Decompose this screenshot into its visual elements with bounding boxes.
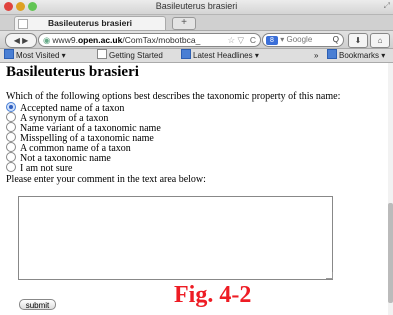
url-prefix: www9.: [52, 35, 78, 45]
option-accepted-name[interactable]: Accepted name of a taxon: [6, 102, 161, 114]
bookmark-label: Bookmarks ▾: [339, 51, 386, 60]
page-content: Basileuterus brasieri Which of the follo…: [0, 63, 388, 315]
url-path: /ComTax/mobotbca_: [122, 35, 201, 45]
option-misspelling[interactable]: Misspelling of a taxonomic name: [6, 132, 161, 144]
option-synonym[interactable]: A synonym of a taxon: [6, 112, 161, 124]
comment-textarea[interactable]: [18, 196, 333, 280]
bookmark-label: Getting Started: [109, 51, 163, 60]
search-placeholder: ▾ Google: [280, 35, 313, 44]
option-name-variant[interactable]: Name variant of a taxonomic name: [6, 122, 161, 134]
scrollbar-thumb[interactable]: [388, 203, 393, 303]
tab-active[interactable]: Basileuterus brasieri: [14, 16, 166, 30]
bookmark-label: Latest Headlines ▾: [193, 51, 259, 60]
comment-prompt: Please enter your comment in the text ar…: [6, 174, 206, 185]
option-label: I am not sure: [20, 163, 73, 174]
bookmarks-menu[interactable]: Bookmarks ▾: [327, 49, 385, 62]
bookmark-latest-headlines[interactable]: Latest Headlines ▾: [181, 49, 259, 62]
option-not-taxonomic[interactable]: Not a taxonomic name: [6, 152, 161, 164]
question-text: Which of the following options best desc…: [6, 91, 341, 102]
folder-icon: [4, 49, 14, 59]
radio-button[interactable]: [6, 122, 16, 132]
page-title: Basileuterus brasieri: [6, 64, 139, 80]
radio-button[interactable]: [6, 132, 16, 142]
radio-button[interactable]: [6, 152, 16, 162]
url-bar[interactable]: ◉ www9.open.ac.uk/ComTax/mobotbca_ ☆ ▽ C: [38, 33, 261, 47]
radio-button[interactable]: [6, 112, 16, 122]
window-title: Basileuterus brasieri: [155, 1, 238, 11]
page-icon: [97, 49, 107, 59]
site-identity-icon[interactable]: ◉: [43, 35, 50, 45]
submit-button[interactable]: submit: [19, 299, 56, 310]
fullscreen-icon[interactable]: ⤢: [384, 1, 390, 11]
home-button[interactable]: ⌂: [370, 33, 390, 48]
rss-icon: [181, 49, 191, 59]
bookmark-star-icon[interactable]: ☆ ▽: [227, 34, 244, 46]
bookmark-getting-started[interactable]: Getting Started: [97, 49, 163, 62]
figure-caption: Fig. 4-2: [174, 282, 252, 308]
new-tab-button[interactable]: +: [172, 17, 196, 30]
radio-button[interactable]: [6, 102, 16, 112]
bookmarks-icon: [327, 49, 337, 59]
navigation-toolbar: ◀ ▶ ◉ www9.open.ac.uk/ComTax/mobotbca_ ☆ …: [0, 31, 393, 49]
search-icon[interactable]: Q: [333, 34, 339, 46]
back-forward-buttons[interactable]: ◀ ▶: [5, 33, 37, 48]
vertical-scrollbar[interactable]: [388, 63, 393, 315]
options-radio-group: Accepted name of a taxon A synonym of a …: [6, 102, 161, 174]
search-engine-icon[interactable]: 8: [266, 36, 278, 45]
tab-bar: Basileuterus brasieri +: [0, 15, 393, 31]
tab-label: Basileuterus brasieri: [47, 18, 133, 28]
downloads-button[interactable]: ⬇: [348, 33, 368, 48]
search-box[interactable]: 8 ▾ Google Q: [262, 33, 344, 47]
reload-icon[interactable]: C: [250, 34, 256, 46]
radio-button[interactable]: [6, 162, 16, 172]
window-titlebar: Basileuterus brasieri ⤢: [0, 0, 393, 15]
url-domain: open.ac.uk: [77, 35, 123, 45]
radio-button[interactable]: [6, 142, 16, 152]
bookmark-label: Most Visited ▾: [16, 51, 66, 60]
bookmarks-toolbar: Most Visited ▾ Getting Started Latest He…: [0, 49, 393, 63]
bookmark-most-visited[interactable]: Most Visited ▾: [4, 49, 66, 62]
bookmarks-overflow-chevron[interactable]: »: [314, 49, 318, 62]
resize-grip-icon[interactable]: [326, 272, 333, 279]
